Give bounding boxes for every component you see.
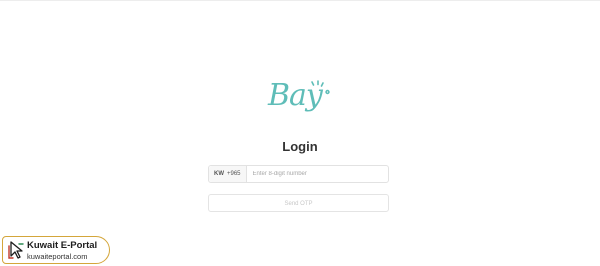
phone-input[interactable] bbox=[246, 166, 388, 182]
top-divider bbox=[0, 0, 600, 1]
sparkle-icon bbox=[311, 80, 330, 95]
cursor-logo-icon bbox=[8, 241, 24, 259]
kuwait-eportal-watermark: Kuwait E-Portal kuwaiteportal.com bbox=[2, 236, 110, 264]
page-title: Login bbox=[282, 139, 318, 154]
bay-logo: Bay bbox=[268, 76, 332, 118]
phone-number-field: KW +965 bbox=[208, 165, 389, 183]
login-page: Bay Login KW +965 Send OTP Kuwait E-Port… bbox=[0, 0, 600, 266]
country-code-selector[interactable]: KW +965 bbox=[209, 166, 247, 182]
dial-code: +965 bbox=[227, 171, 241, 177]
watermark-title: Kuwait E-Portal bbox=[27, 240, 98, 251]
watermark-url: kuwaiteportal.com bbox=[27, 252, 88, 261]
country-code: KW bbox=[214, 171, 224, 177]
send-otp-button[interactable]: Send OTP bbox=[208, 194, 389, 212]
